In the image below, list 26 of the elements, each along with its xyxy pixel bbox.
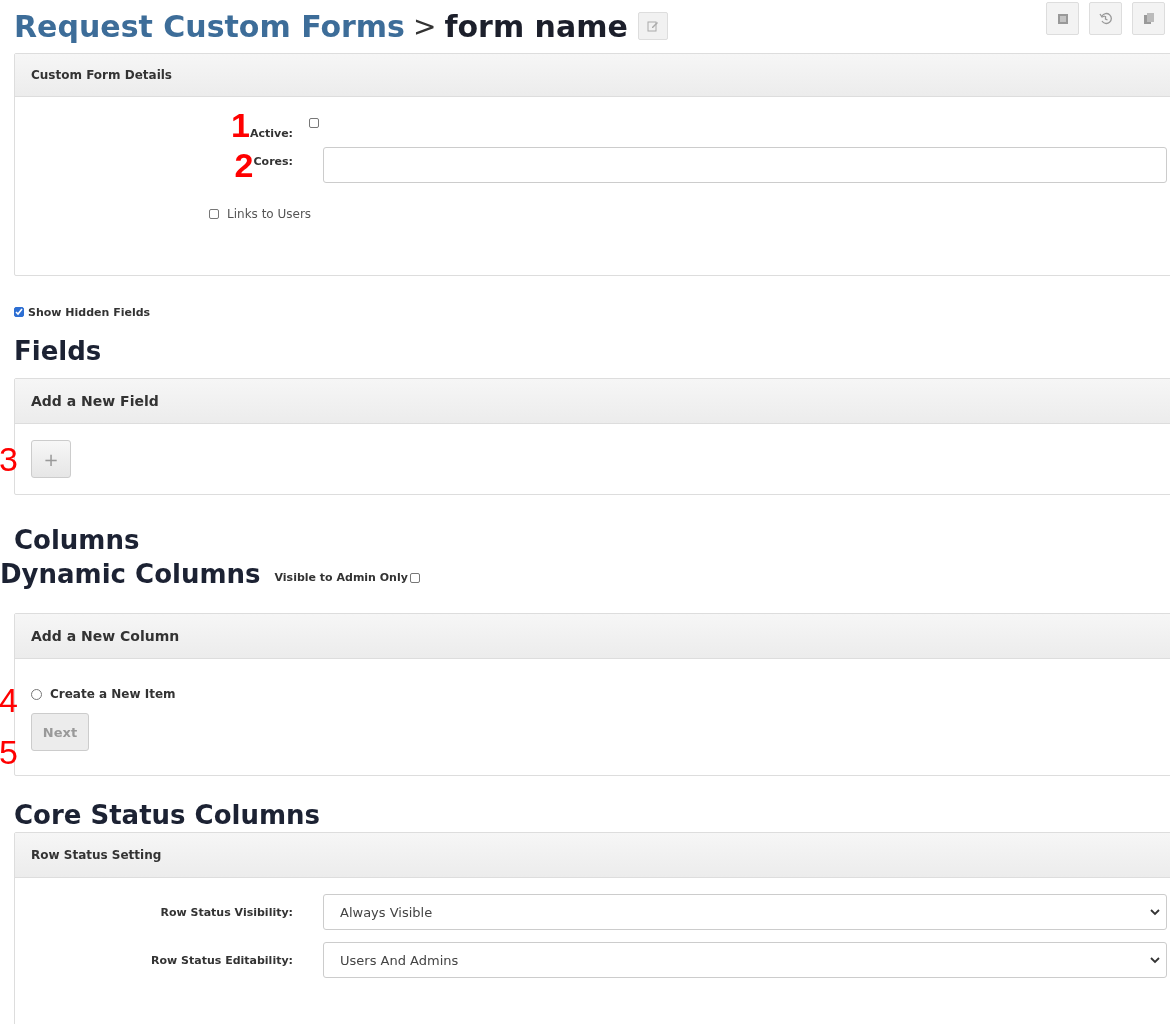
field-label: Cores:	[253, 155, 293, 168]
section-heading: Core Status Columns	[14, 800, 322, 832]
breadcrumb-link[interactable]: Request Custom Forms	[14, 8, 405, 44]
annotation-number: 3	[0, 442, 18, 476]
dropdown[interactable]: Users And Admins	[323, 942, 1167, 978]
dropdown[interactable]: Always Visible	[323, 894, 1167, 930]
section-heading: Fields	[14, 336, 103, 368]
radio-label: Create a New Item	[50, 687, 176, 701]
field-label: Row Status Editability:	[151, 953, 293, 967]
field-label: Row Status Visibility:	[160, 905, 293, 919]
checkbox-label: Links to Users	[227, 207, 312, 221]
annotation-number: 4	[0, 683, 18, 717]
field-label: Active:	[249, 127, 293, 140]
breadcrumb-separator: >	[412, 9, 437, 43]
section-subheading: Dynamic Columns	[0, 559, 261, 589]
panel-header: Row Status Setting	[15, 833, 1170, 878]
panel-header: Custom Form Details	[15, 54, 1170, 97]
checkbox-label: Visible to Admin Only	[274, 570, 408, 584]
annotation-number: 2	[234, 148, 254, 182]
panel-header: Add a New Field	[15, 379, 1170, 424]
checkbox-label: Show Hidden Fields	[28, 305, 151, 319]
form-name-title: form name	[444, 8, 628, 44]
section-heading: Columns	[14, 525, 141, 557]
annotation-number: 1	[231, 108, 250, 142]
panel-header: Add a New Column	[15, 614, 1170, 659]
annotation-number: 5	[0, 735, 18, 769]
